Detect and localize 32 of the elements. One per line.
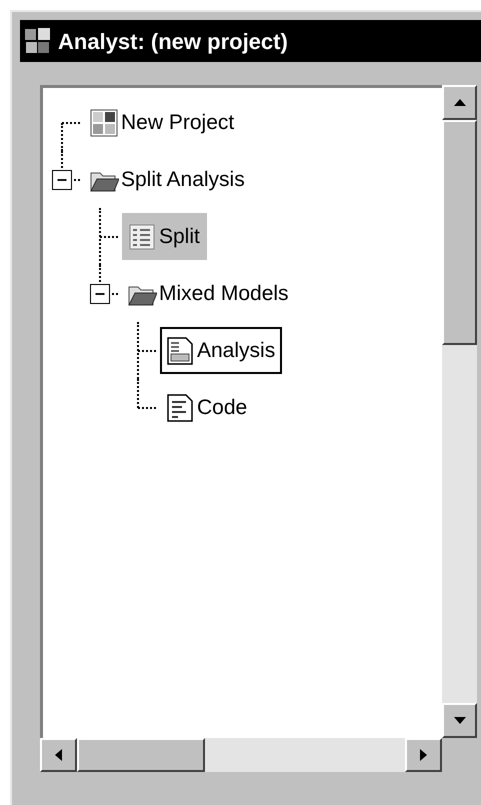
scroll-thumb[interactable] [77, 738, 205, 772]
item-label: Code [197, 394, 248, 421]
table-icon [127, 222, 157, 252]
scroll-thumb[interactable] [442, 120, 477, 345]
left-arrow-icon [55, 749, 62, 761]
item-label: Analysis [197, 338, 276, 364]
item-label: New Project [121, 110, 234, 136]
document-icon [165, 392, 195, 422]
scroll-right-button[interactable] [405, 738, 442, 772]
window-title: Analyst: (new project) [58, 28, 288, 56]
grid-icon [89, 108, 119, 138]
collapse-toggle[interactable] [90, 284, 110, 304]
collapse-toggle[interactable] [52, 170, 72, 190]
horizontal-scrollbar[interactable] [40, 738, 442, 772]
tree-item[interactable]: Split Analysis [84, 156, 252, 204]
scroll-down-button[interactable] [442, 703, 477, 738]
down-arrow-icon [454, 717, 466, 724]
tree-item[interactable]: New Project [84, 98, 242, 146]
scroll-up-button[interactable] [442, 85, 477, 120]
tree-item[interactable]: Code [160, 384, 254, 432]
scroll-left-button[interactable] [40, 738, 77, 772]
right-arrow-icon [420, 749, 427, 761]
tree-item[interactable]: Split [122, 212, 207, 260]
vertical-scrollbar[interactable] [442, 85, 477, 738]
app-icon [24, 27, 52, 55]
up-arrow-icon [454, 99, 466, 106]
item-label: Split Analysis [121, 166, 245, 193]
tree-item[interactable]: Mixed Models [122, 270, 296, 318]
form-icon [165, 336, 195, 366]
item-label: Split [159, 224, 200, 250]
tree-item[interactable]: Analysis [160, 326, 282, 374]
item-label: Mixed Models [159, 280, 289, 307]
